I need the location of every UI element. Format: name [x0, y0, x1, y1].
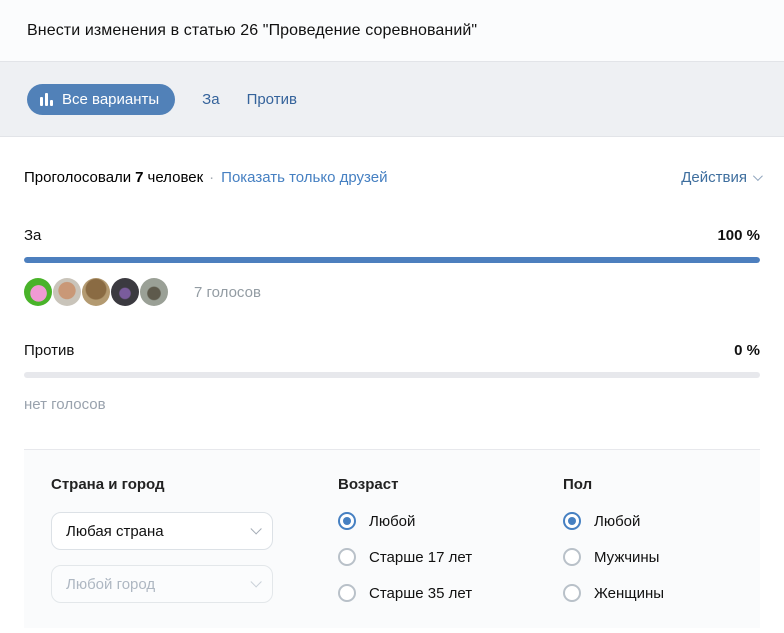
chevron-down-icon — [752, 171, 763, 182]
radio-icon — [338, 584, 356, 602]
option-row-against: Против 0 % — [24, 342, 760, 359]
radio-icon — [338, 548, 356, 566]
filter-age: Возраст Любой Старше 17 лет Старше 35 ле… — [338, 476, 563, 628]
chevron-down-icon — [250, 576, 262, 588]
radio-label: Старше 35 лет — [369, 584, 473, 602]
voted-summary: Проголосовали 7 человек · Показать тольк… — [24, 169, 387, 186]
meta-row: Проголосовали 7 человек · Показать тольк… — [24, 169, 763, 186]
country-select-value: Любая страна — [66, 522, 164, 540]
radio-label: Любой — [594, 512, 641, 530]
progress-bar-for — [24, 257, 760, 263]
chevron-down-icon — [250, 523, 262, 535]
radio-label: Мужчины — [594, 548, 660, 566]
age-radio-any[interactable]: Любой — [338, 512, 563, 530]
progress-bar-against — [24, 372, 760, 378]
voter-avatar[interactable] — [53, 278, 81, 306]
tab-for[interactable]: За — [202, 91, 219, 108]
city-select: Любой город — [51, 565, 273, 603]
tab-all-options[interactable]: Все варианты — [27, 83, 176, 115]
progress-bar-fill — [24, 257, 760, 263]
no-votes-text: нет голосов — [24, 396, 106, 413]
bar-chart-icon — [40, 92, 53, 106]
filter-country-city: Страна и город Любая страна Любой город — [51, 476, 338, 628]
voter-avatar[interactable] — [24, 278, 52, 306]
option-row-for: За 100 % — [24, 227, 760, 244]
show-friends-link[interactable]: Показать только друзей — [221, 169, 387, 186]
filters-section: Страна и город Любая страна Любой город … — [24, 449, 760, 628]
actions-dropdown-button[interactable]: Действия — [681, 169, 763, 186]
poll-title-section: Внести изменения в статью 26 "Проведение… — [0, 0, 784, 61]
voters-row: 7 голосов — [24, 277, 760, 307]
age-radio-over-17[interactable]: Старше 17 лет — [338, 548, 563, 566]
option-label: Против — [24, 342, 75, 359]
voted-prefix: Проголосовали — [24, 169, 132, 186]
voter-avatars — [24, 278, 169, 306]
radio-icon — [563, 548, 581, 566]
gender-radio-women[interactable]: Женщины — [563, 584, 736, 602]
poll-title: Внести изменения в статью 26 "Проведение… — [27, 21, 478, 39]
filter-header-gender: Пол — [563, 476, 593, 493]
filter-header-country-city: Страна и город — [51, 476, 165, 493]
radio-label: Женщины — [594, 584, 665, 602]
radio-label: Любой — [369, 512, 416, 530]
voter-avatar[interactable] — [140, 278, 168, 306]
filter-header-age: Возраст — [338, 476, 399, 493]
gender-radio-men[interactable]: Мужчины — [563, 548, 736, 566]
votes-count-text: 7 голосов — [194, 283, 261, 301]
dot-separator: · — [209, 169, 215, 186]
option-label: За — [24, 227, 42, 244]
tab-against[interactable]: Против — [247, 91, 297, 108]
radio-label: Старше 17 лет — [369, 548, 473, 566]
tab-all-options-label: Все варианты — [62, 90, 160, 108]
option-percent: 0 % — [734, 342, 760, 359]
voted-suffix: человек — [147, 169, 204, 186]
city-select-placeholder: Любой город — [66, 575, 156, 593]
radio-icon — [563, 584, 581, 602]
option-percent: 100 % — [717, 227, 760, 244]
country-select[interactable]: Любая страна — [51, 512, 273, 550]
gender-radio-any[interactable]: Любой — [563, 512, 736, 530]
voter-avatar[interactable] — [82, 278, 110, 306]
radio-icon — [338, 512, 356, 530]
voted-count: 7 — [135, 169, 144, 186]
voter-avatar[interactable] — [111, 278, 139, 306]
actions-label: Действия — [681, 169, 747, 186]
results-tab-bar: Все варианты За Против — [0, 61, 784, 137]
age-radio-over-35[interactable]: Старше 35 лет — [338, 584, 563, 602]
radio-icon — [563, 512, 581, 530]
poll-results-panel: Проголосовали 7 человек · Показать тольк… — [0, 137, 784, 628]
filter-gender: Пол Любой Мужчины Женщины — [563, 476, 736, 628]
